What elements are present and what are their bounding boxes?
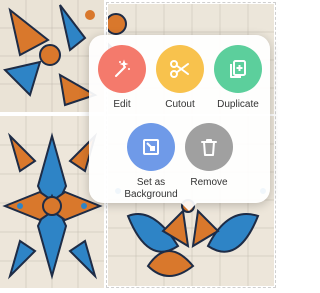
edit-button[interactable]: Edit [98,45,146,111]
magic-wand-icon [115,59,130,77]
cutout-label: Cutout [165,99,195,110]
remove-button[interactable]: Remove [185,123,233,189]
set-as-background-button[interactable]: Set as Background [124,123,178,201]
scissors-icon [170,60,189,78]
cutout-button-circle[interactable] [156,45,204,93]
trash-icon [201,139,217,156]
remove-button-circle[interactable] [185,123,233,171]
set-background-icon [143,139,159,155]
duplicate-button-circle[interactable] [214,45,262,93]
edit-button-circle[interactable] [98,45,146,93]
set-as-background-button-circle[interactable] [127,123,175,171]
object-context-menu: Edit Cutout Duplicate Set as Background … [89,35,270,211]
edit-label: Edit [113,99,131,110]
duplicate-label: Duplicate [217,99,259,110]
remove-label: Remove [190,177,228,188]
set-as-background-label: Set as Background [124,177,178,200]
duplicate-icon [230,60,246,78]
duplicate-button[interactable]: Duplicate [214,45,262,111]
cutout-button[interactable]: Cutout [156,45,204,111]
